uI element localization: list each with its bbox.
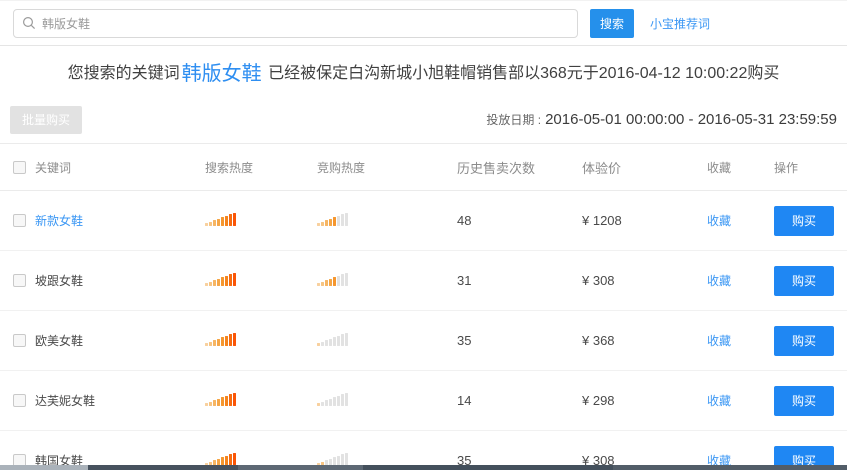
search-heat-indicator — [205, 272, 236, 286]
buy-button[interactable]: 购买 — [774, 206, 834, 236]
sales-count: 31 — [457, 273, 582, 288]
search-heat-indicator — [205, 392, 236, 406]
header-sales: 历史售卖次数 — [457, 158, 582, 177]
bid-heat-indicator — [317, 272, 348, 286]
header-search-heat: 搜索热度 — [205, 159, 317, 176]
row-checkbox[interactable] — [13, 394, 26, 407]
favorite-link[interactable]: 收藏 — [707, 214, 731, 228]
header-price: 体验价 — [582, 158, 707, 177]
batch-buy-button[interactable]: 批量购买 — [10, 106, 82, 134]
search-button[interactable]: 搜索 — [590, 9, 634, 38]
sales-count: 35 — [457, 333, 582, 348]
notice-keyword: 韩版女鞋 — [182, 57, 262, 86]
bid-heat-indicator — [317, 332, 348, 346]
search-input[interactable] — [42, 11, 577, 36]
table-body: 新款女鞋 48 ¥ 1208 收藏 购买 坡跟女鞋 31 ¥ 308 收藏 购买 — [0, 191, 847, 470]
purchase-notice: 您搜索的关键词韩版女鞋 已经被保定白沟新城小旭鞋帽销售部以368元于2016-0… — [0, 46, 847, 96]
table-row: 达芙妮女鞋 14 ¥ 298 收藏 购买 — [0, 371, 847, 431]
table-row: 坡跟女鞋 31 ¥ 308 收藏 购买 — [0, 251, 847, 311]
search-heat-indicator — [205, 452, 236, 466]
row-checkbox[interactable] — [13, 334, 26, 347]
table-row: 新款女鞋 48 ¥ 1208 收藏 购买 — [0, 191, 847, 251]
toolbar: 批量购买 投放日期 : 2016-05-01 00:00:00 - 2016-0… — [0, 96, 847, 144]
experience-price: ¥ 308 — [582, 273, 707, 288]
keyword-link[interactable]: 坡跟女鞋 — [35, 272, 83, 289]
keyword-link[interactable]: 达芙妮女鞋 — [35, 392, 95, 409]
row-checkbox[interactable] — [13, 274, 26, 287]
notice-detail: 已经被保定白沟新城小旭鞋帽销售部以368元于2016-04-12 10:00:2… — [264, 59, 780, 83]
sales-count: 48 — [457, 213, 582, 228]
bid-heat-indicator — [317, 452, 348, 466]
keyword-purchase-page: 搜索 小宝推荐词 您搜索的关键词韩版女鞋 已经被保定白沟新城小旭鞋帽销售部以36… — [0, 0, 847, 470]
header-keyword: 关键词 — [35, 159, 71, 176]
header-bid-heat: 竞购热度 — [317, 159, 457, 176]
search-box — [13, 9, 578, 38]
keyword-link[interactable]: 欧美女鞋 — [35, 332, 83, 349]
recommend-words-link[interactable]: 小宝推荐词 — [650, 15, 710, 32]
notice-prefix: 您搜索的关键词 — [68, 59, 180, 83]
date-range-label: 投放日期 : — [486, 111, 541, 128]
experience-price: ¥ 1208 — [582, 213, 707, 228]
experience-price: ¥ 298 — [582, 393, 707, 408]
sales-count: 14 — [457, 393, 582, 408]
bottom-edge-artifact — [0, 465, 847, 470]
keyword-link[interactable]: 新款女鞋 — [35, 212, 83, 229]
table-row: 欧美女鞋 35 ¥ 368 收藏 购买 — [0, 311, 847, 371]
select-all-checkbox[interactable] — [13, 161, 26, 174]
favorite-link[interactable]: 收藏 — [707, 394, 731, 408]
buy-button[interactable]: 购买 — [774, 266, 834, 296]
favorite-link[interactable]: 收藏 — [707, 274, 731, 288]
row-checkbox[interactable] — [13, 214, 26, 227]
header-operation: 操作 — [774, 159, 834, 176]
search-icon — [22, 16, 36, 30]
buy-button[interactable]: 购买 — [774, 386, 834, 416]
search-heat-indicator — [205, 332, 236, 346]
header-favorite: 收藏 — [707, 159, 774, 176]
date-range-value: 2016-05-01 00:00:00 - 2016-05-31 23:59:5… — [545, 111, 837, 128]
bid-heat-indicator — [317, 212, 348, 226]
favorite-link[interactable]: 收藏 — [707, 334, 731, 348]
experience-price: ¥ 368 — [582, 333, 707, 348]
delivery-date-range: 投放日期 : 2016-05-01 00:00:00 - 2016-05-31 … — [486, 111, 837, 128]
buy-button[interactable]: 购买 — [774, 326, 834, 356]
search-heat-indicator — [205, 212, 236, 226]
search-bar: 搜索 小宝推荐词 — [0, 1, 847, 46]
bid-heat-indicator — [317, 392, 348, 406]
table-header: 关键词 搜索热度 竞购热度 历史售卖次数 体验价 收藏 操作 — [0, 144, 847, 191]
